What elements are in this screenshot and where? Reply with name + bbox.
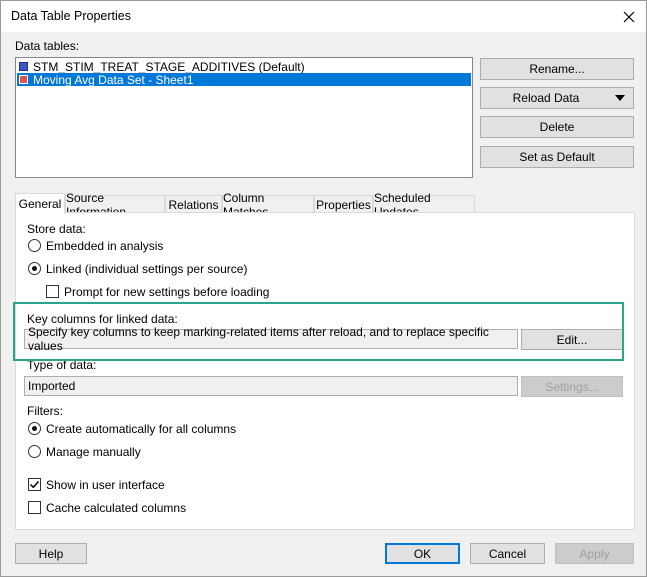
list-item-label: STM_STIM_TREAT_STAGE_ADDITIVES (Default): [33, 59, 305, 74]
data-table-properties-dialog: Data Table Properties Data tables: STM_S…: [0, 0, 647, 577]
type-of-data-label: Type of data:: [27, 358, 97, 372]
list-item-label: Moving Avg Data Set - Sheet1: [33, 72, 194, 87]
checkmark-icon: [29, 480, 40, 489]
table-color-swatch: [19, 75, 28, 84]
close-button[interactable]: [612, 1, 646, 32]
list-item[interactable]: STM_STIM_TREAT_STAGE_ADDITIVES (Default): [17, 59, 471, 74]
embedded-label: Embedded in analysis: [46, 239, 164, 253]
delete-button[interactable]: Delete: [480, 116, 634, 138]
type-of-data-field: Imported: [24, 376, 518, 396]
reload-data-label: Reload Data: [512, 91, 580, 105]
filters-label: Filters:: [27, 404, 63, 418]
close-icon: [623, 11, 635, 22]
set-as-default-button[interactable]: Set as Default: [480, 146, 634, 168]
show-in-ui-checkbox[interactable]: [28, 478, 41, 491]
chevron-down-icon: [615, 95, 625, 101]
key-columns-field: Specify key columns to keep marking-rela…: [24, 325, 518, 353]
linked-label: Linked (individual settings per source): [46, 262, 248, 276]
edit-key-columns-button[interactable]: Edit...: [521, 329, 623, 350]
cache-columns-checkbox[interactable]: [28, 501, 41, 514]
table-color-swatch: [19, 62, 28, 71]
linked-radio[interactable]: [28, 262, 41, 275]
reload-data-button[interactable]: Reload Data: [480, 87, 634, 109]
manage-filters-manually-radio[interactable]: [28, 445, 41, 458]
prompt-settings-checkbox[interactable]: [46, 285, 59, 298]
embedded-radio[interactable]: [28, 239, 41, 252]
list-item-selected[interactable]: Moving Avg Data Set - Sheet1: [17, 72, 471, 87]
show-in-ui-label: Show in user interface: [46, 478, 165, 492]
cancel-button[interactable]: Cancel: [470, 543, 545, 564]
apply-button[interactable]: Apply: [555, 543, 634, 564]
create-filters-auto-label: Create automatically for all columns: [46, 422, 237, 436]
prompt-settings-label: Prompt for new settings before loading: [64, 285, 270, 299]
create-filters-auto-radio[interactable]: [28, 422, 41, 435]
store-data-label: Store data:: [27, 222, 86, 236]
window-title: Data Table Properties: [11, 9, 131, 23]
tab-general[interactable]: General: [15, 193, 65, 214]
key-columns-label: Key columns for linked data:: [27, 312, 178, 326]
data-tables-list[interactable]: STM_STIM_TREAT_STAGE_ADDITIVES (Default)…: [15, 57, 473, 178]
general-tab-panel: Store data: Embedded in analysis Linked …: [15, 212, 635, 530]
ok-button[interactable]: OK: [385, 543, 460, 564]
title-bar: Data Table Properties: [1, 1, 646, 32]
help-button[interactable]: Help: [15, 543, 87, 564]
data-tables-label: Data tables:: [15, 39, 80, 53]
cache-columns-label: Cache calculated columns: [46, 501, 187, 515]
manage-filters-manually-label: Manage manually: [46, 445, 141, 459]
rename-button[interactable]: Rename...: [480, 58, 634, 80]
settings-button[interactable]: Settings...: [521, 376, 623, 397]
